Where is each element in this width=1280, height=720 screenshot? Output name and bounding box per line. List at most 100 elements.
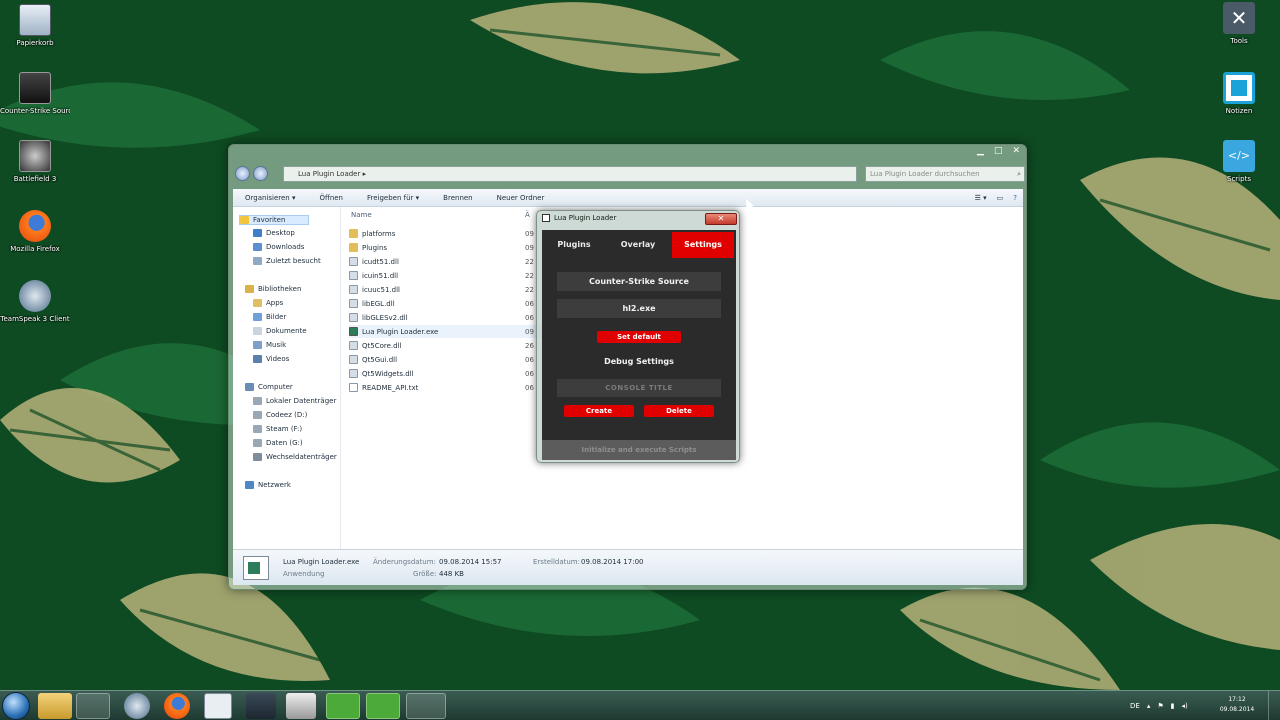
share-button[interactable]: Freigeben für ▾: [355, 194, 431, 202]
file-row-icudt51[interactable]: icudt51.dll 22: [349, 255, 545, 268]
process-name-field[interactable]: hl2.exe: [557, 299, 721, 318]
file-row-icuuc51[interactable]: icuuc51.dll 22: [349, 283, 545, 296]
nav-item-favorites[interactable]: Favoriten: [239, 215, 309, 225]
taskbar-steam-icon[interactable]: [246, 693, 276, 719]
taskbar-media-player-icon[interactable]: [76, 693, 110, 719]
file-row-platforms[interactable]: platforms 09: [349, 227, 545, 240]
clock[interactable]: 17:12 09.08.2014: [1218, 695, 1256, 715]
console-title-input[interactable]: CONSOLE TITLE: [557, 379, 721, 397]
start-button[interactable]: [2, 692, 30, 720]
tab-settings[interactable]: Settings: [672, 232, 734, 258]
nav-item-apps[interactable]: Apps: [253, 299, 283, 307]
desktop-icon-recycle-bin[interactable]: Papierkorb: [0, 4, 70, 47]
breadcrumb-item[interactable]: Lua Plugin Loader: [298, 170, 360, 178]
language-indicator[interactable]: DE: [1130, 702, 1140, 710]
breadcrumb-chevron-icon[interactable]: ▸: [363, 170, 367, 178]
initialize-execute-button[interactable]: Initialize and execute Scripts: [542, 440, 736, 460]
back-button[interactable]: [235, 166, 250, 181]
nav-item-desktop[interactable]: Desktop: [253, 229, 295, 237]
forward-button[interactable]: [253, 166, 268, 181]
window-title-bar[interactable]: Lua Plugin Loader: [542, 214, 616, 222]
new-folder-button[interactable]: Neuer Ordner: [485, 194, 557, 202]
volume-icon[interactable]: ◂): [1181, 702, 1187, 710]
create-button[interactable]: Create: [564, 405, 634, 417]
taskbar-explorer-icon[interactable]: [38, 693, 72, 719]
address-bar[interactable]: Lua Plugin Loader ▸: [283, 166, 857, 182]
column-header-date[interactable]: Ä: [525, 211, 530, 219]
taskbar-window-icon[interactable]: [204, 693, 232, 719]
file-name: Qt5Core.dll: [362, 341, 402, 350]
network-icon[interactable]: ▮: [1171, 702, 1175, 710]
nav-item-computer[interactable]: Computer: [245, 383, 293, 391]
tab-plugins[interactable]: Plugins: [544, 232, 604, 258]
game-name-field[interactable]: Counter-Strike Source: [557, 272, 721, 291]
maximize-button[interactable]: □: [994, 146, 1003, 156]
burn-button[interactable]: Brennen: [431, 194, 484, 202]
open-button[interactable]: Öffnen: [307, 194, 355, 202]
nav-item-network[interactable]: Netzwerk: [245, 481, 291, 489]
file-row-libglesv2[interactable]: libGLESv2.dll 06: [349, 311, 545, 324]
desktop-icon-game-shortcut-2[interactable]: Battlefield 3: [0, 140, 70, 183]
file-row-qt5widgets[interactable]: Qt5Widgets.dll 06: [349, 367, 545, 380]
file-row-libegl[interactable]: libEGL.dll 06: [349, 297, 545, 310]
view-options-icon[interactable]: ☰ ▾: [975, 194, 987, 202]
taskbar-cs-icon[interactable]: [286, 693, 316, 719]
nav-item-drive-f[interactable]: Steam (F:): [253, 425, 302, 433]
taskbar-lua-loader-icon[interactable]: [406, 693, 446, 719]
taskbar-qtcreator-icon[interactable]: [326, 693, 360, 719]
nav-item-pictures[interactable]: Bilder: [253, 313, 286, 321]
search-input[interactable]: Lua Plugin Loader durchsuchen ⌕: [865, 166, 1025, 182]
file-row-readme[interactable]: README_API.txt 06: [349, 381, 545, 394]
file-row-plugins[interactable]: Plugins 09: [349, 241, 545, 254]
taskbar-teamspeak-icon[interactable]: [124, 693, 150, 719]
star-icon: [240, 216, 249, 224]
nav-item-removable[interactable]: Wechseldatenträger: [253, 453, 337, 461]
nav-item-recent[interactable]: Zuletzt besucht: [253, 257, 321, 265]
help-icon[interactable]: ?: [1013, 194, 1017, 202]
nav-item-drive-d[interactable]: Codeez (D:): [253, 411, 307, 419]
clock-date: 09.08.2014: [1219, 706, 1255, 713]
clock-time: 17:12: [1228, 696, 1246, 703]
taskbar-firefox-icon[interactable]: [164, 693, 190, 719]
view-controls: ☰ ▾ ▭ ?: [975, 194, 1023, 202]
folder-icon: [349, 229, 358, 238]
file-name: libGLESv2.dll: [362, 313, 408, 322]
preview-pane-icon[interactable]: ▭: [997, 194, 1004, 202]
desktop-icon-firefox[interactable]: Mozilla Firefox: [0, 210, 70, 253]
close-button[interactable]: ✕: [705, 213, 737, 225]
desktop-icon-code[interactable]: </> Scripts: [1204, 140, 1274, 183]
nav-item-documents[interactable]: Dokumente: [253, 327, 307, 335]
organize-button[interactable]: Organisieren ▾: [233, 194, 307, 202]
desktop-icon-game-shortcut-1[interactable]: Counter-Strike Source: [0, 72, 70, 115]
nav-item-drive-g[interactable]: Daten (G:): [253, 439, 303, 447]
nav-item-libraries[interactable]: Bibliotheken: [245, 285, 301, 293]
nav-item-videos[interactable]: Videos: [253, 355, 289, 363]
tab-overlay[interactable]: Overlay: [608, 232, 668, 258]
show-desktop-button[interactable]: [1268, 691, 1280, 720]
search-icon[interactable]: ⌕: [1017, 167, 1021, 181]
desktop-icon-tools[interactable]: ✕ Tools: [1204, 2, 1274, 45]
nav-item-downloads[interactable]: Downloads: [253, 243, 304, 251]
desktop-icon-notes[interactable]: Notizen: [1204, 72, 1274, 115]
nav-label: Bibliotheken: [258, 285, 302, 293]
desktop-icon-label: TeamSpeak 3 Client: [0, 315, 70, 323]
minimize-button[interactable]: ▁: [977, 146, 984, 156]
delete-button[interactable]: Delete: [644, 405, 714, 417]
status-type: Anwendung: [283, 570, 325, 578]
file-row-qt5core[interactable]: Qt5Core.dll 26: [349, 339, 545, 352]
file-name: README_API.txt: [362, 383, 419, 392]
lua-plugin-loader-window[interactable]: Lua Plugin Loader ✕ Plugins Overlay Sett…: [536, 210, 740, 463]
column-header-name[interactable]: Name: [351, 211, 372, 219]
file-row-qt5gui[interactable]: Qt5Gui.dll 06: [349, 353, 545, 366]
taskbar-qtcreator-2-icon[interactable]: [366, 693, 400, 719]
flag-icon[interactable]: ⚑: [1157, 702, 1163, 710]
file-row-icuin51[interactable]: icuin51.dll 22: [349, 269, 545, 282]
set-default-button[interactable]: Set default: [597, 331, 681, 343]
desktop-icon-teamspeak[interactable]: TeamSpeak 3 Client: [0, 280, 70, 323]
tray-expand-icon[interactable]: ▴: [1147, 702, 1151, 710]
close-button[interactable]: ✕: [1012, 146, 1020, 156]
file-row-lua-plugin-loader[interactable]: Lua Plugin Loader.exe 09: [349, 325, 545, 338]
nav-item-local-disk[interactable]: Lokaler Datenträger: [253, 397, 336, 405]
file-name: Lua Plugin Loader.exe: [362, 327, 439, 336]
nav-item-music[interactable]: Musik: [253, 341, 286, 349]
